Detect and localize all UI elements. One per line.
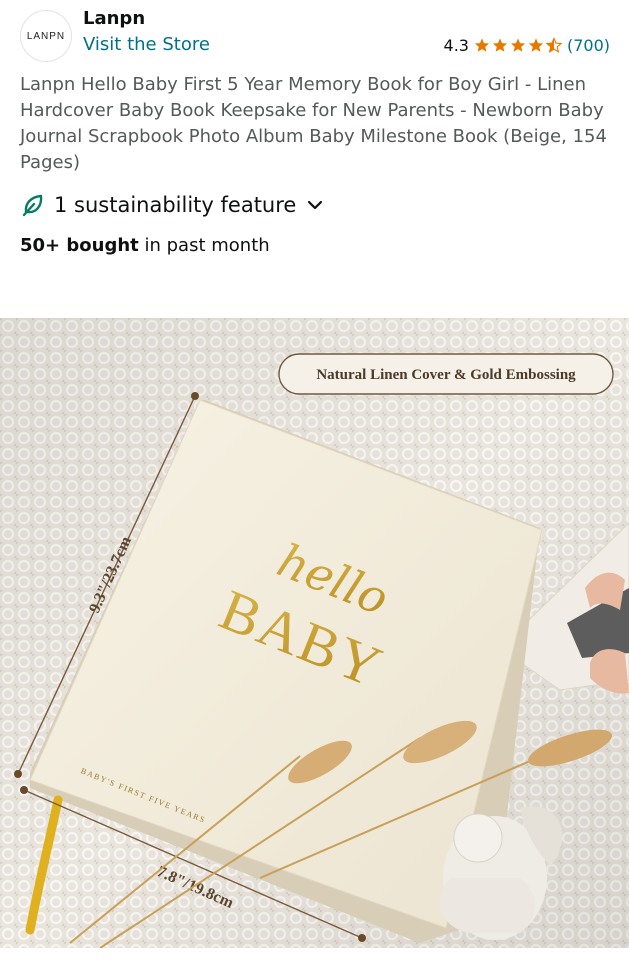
sustainability-feature-toggle[interactable]: 1 sustainability feature	[20, 192, 324, 218]
store-header: LANPN Lanpn Visit the Store 4.3 (700)	[20, 6, 610, 62]
rating-block[interactable]: 4.3 (700)	[444, 36, 610, 55]
leaf-icon	[22, 194, 43, 217]
half-star-icon	[545, 37, 563, 53]
store-logo-text: LANPN	[26, 30, 66, 42]
product-title: Lanpn Hello Baby First 5 Year Memory Boo…	[20, 74, 607, 173]
store-logo[interactable]: LANPN	[20, 10, 72, 62]
chevron-down-icon	[308, 200, 323, 210]
rating-count-link[interactable]: (700)	[567, 36, 610, 55]
bought-in-past-month: 50+ bought in past month	[20, 235, 270, 256]
bought-count: 50+ bought	[20, 235, 139, 256]
star-icon	[492, 38, 508, 52]
star-icon	[510, 38, 526, 52]
star-rating	[473, 37, 563, 54]
feature-badge-text: Natural Linen Cover & Gold Embossing	[316, 367, 576, 383]
visit-store-link[interactable]: Visit the Store	[83, 34, 210, 55]
product-image[interactable]: Natural Linen Cover & Gold Embossing hel…	[0, 318, 629, 948]
sustainability-label: 1 sustainability feature	[54, 193, 297, 217]
star-icon	[474, 38, 490, 52]
bought-suffix: in past month	[138, 235, 270, 256]
brand-name[interactable]: Lanpn	[83, 8, 145, 29]
feature-badge: Natural Linen Cover & Gold Embossing	[278, 353, 614, 395]
rating-value: 4.3	[443, 36, 469, 55]
star-icon	[528, 38, 544, 52]
product-photo: Natural Linen Cover & Gold Embossing hel…	[0, 318, 629, 948]
